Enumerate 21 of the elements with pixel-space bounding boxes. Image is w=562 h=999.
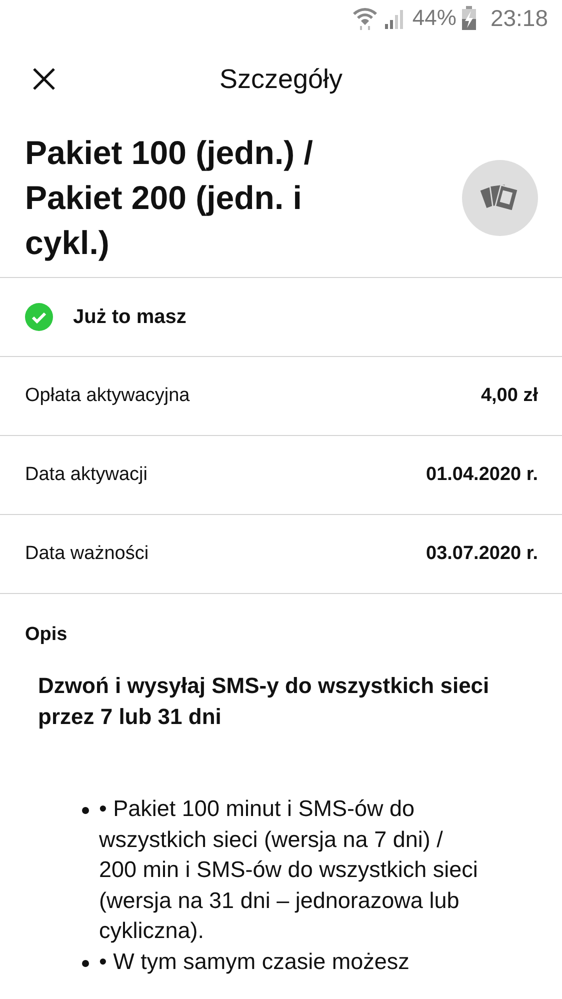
detail-label: Data aktywacji: [25, 464, 148, 486]
bullet-icon: [82, 960, 89, 966]
detail-label: Opłata aktywacyjna: [25, 385, 190, 407]
description-lead: Dzwoń i wysyłaj SMS-y do wszystkich sieci przez 7 lub 31 dni: [38, 672, 490, 731]
detail-value: 4,00 zł: [480, 385, 538, 407]
description-item: • Pakiet 100 minut i SMS-ów do wszystkich sieci (wersja na 7 dni) / 200 min i SMS-ów do wszystkich sieci (wersja na 31 dni – jednorazowa lub cykliczna).: [99, 795, 479, 945]
battery-percentage: 44%: [412, 5, 456, 31]
check-circle-icon: [25, 303, 53, 331]
description-item: • W tym samym czasie możesz: [99, 948, 410, 976]
wifi-icon: [352, 6, 378, 30]
detail-label: Data ważności: [25, 543, 149, 565]
detail-value: 03.07.2020 r.: [426, 543, 538, 565]
clock: 23:18: [490, 4, 548, 32]
screen-title: Szczegóły: [218, 64, 344, 94]
section-heading: Opis: [25, 624, 68, 646]
owned-status: Już to masz: [73, 306, 186, 328]
bullet-icon: [82, 807, 89, 814]
close-icon: [32, 67, 56, 91]
battery-charging-icon: [462, 6, 476, 30]
package-name: Pakiet 100 (jedn.) / Pakiet 200 (jedn. i cykl.): [25, 133, 314, 263]
detail-value: 01.04.2020 r.: [426, 464, 538, 486]
